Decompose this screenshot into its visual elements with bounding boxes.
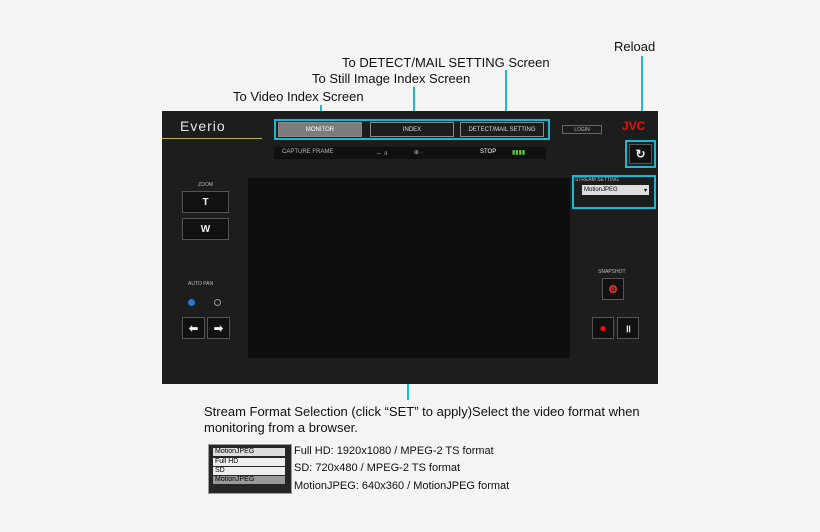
pan-left-icon[interactable]: ⬅	[182, 317, 205, 339]
capture-label[interactable]: CAPTURE FRAME	[282, 149, 333, 155]
reload-icon[interactable]: ↻	[629, 144, 652, 164]
play-pause-icon[interactable]: ⇔ ॥	[376, 149, 387, 157]
highlight-tabs	[274, 119, 550, 140]
sample-select-dropdown: MotionJPEG Full HD SD MotionJPEG	[208, 444, 292, 494]
record-icon[interactable]: ●	[592, 317, 614, 339]
zoom-w-button[interactable]: W	[182, 218, 229, 240]
callout-reload: Reload	[614, 39, 656, 54]
sample-option-full-hd: Full HD	[213, 458, 285, 466]
callout-detect-mail: To DETECT/MAIL SETTING Screen	[342, 55, 550, 70]
pan-right-indicator-icon[interactable]	[214, 299, 221, 306]
format-motionjpeg: MotionJPEG: 640x360 / MotionJPEG format	[294, 480, 510, 492]
brand-underline	[162, 138, 262, 139]
pan-right-icon[interactable]: ➡	[207, 317, 230, 339]
pause-icon[interactable]: ॥	[617, 317, 639, 339]
callout-still-index: To Still Image Index Screen	[312, 71, 471, 86]
sample-option-sd: SD	[213, 467, 285, 475]
stream-format-description: Stream Format Selection (click “SET” to …	[204, 404, 640, 435]
sample-selected-value: MotionJPEG	[213, 448, 285, 456]
callout-video-index: To Video Index Screen	[233, 89, 364, 104]
pan-left-indicator-icon[interactable]	[188, 299, 195, 306]
snapshot-label: SNAPSHOT	[598, 269, 626, 275]
format-sd: SD: 720x480 / MPEG-2 TS format	[294, 462, 461, 474]
app-window: Everio MONITOR INDEX DETECT/MAIL SETTING…	[162, 111, 658, 384]
chevron-down-icon: ▾	[643, 187, 647, 194]
stop-label[interactable]: STOP	[480, 149, 496, 155]
zoom-label: ZOOM	[198, 182, 213, 188]
signal-icon: ▮▮▮▮	[512, 150, 526, 156]
format-full-hd: Full HD: 1920x1080 / MPEG-2 TS format	[294, 445, 494, 457]
toolbar: CAPTURE FRAME ⇔ ॥ ⊕ · STOP ▮▮▮▮	[274, 147, 546, 159]
login-button[interactable]: LOGIN	[562, 125, 602, 134]
sample-option-motionjpeg: MotionJPEG	[213, 476, 285, 484]
zoom-t-button[interactable]: T	[182, 191, 229, 213]
video-area	[248, 178, 570, 358]
auto-pan-label: AUTO PAN	[188, 281, 214, 287]
snapshot-icon[interactable]: ⚙	[602, 278, 624, 300]
stream-format-select[interactable]: MotionJPEG ▾	[582, 185, 649, 195]
stream-format-value: MotionJPEG	[584, 187, 618, 193]
zoom-icon[interactable]: ⊕ ·	[414, 149, 423, 156]
brand-title: Everio	[180, 118, 226, 134]
stream-setting-label: STREAM SETTING	[575, 177, 619, 183]
jvc-logo: JVC	[622, 119, 646, 133]
